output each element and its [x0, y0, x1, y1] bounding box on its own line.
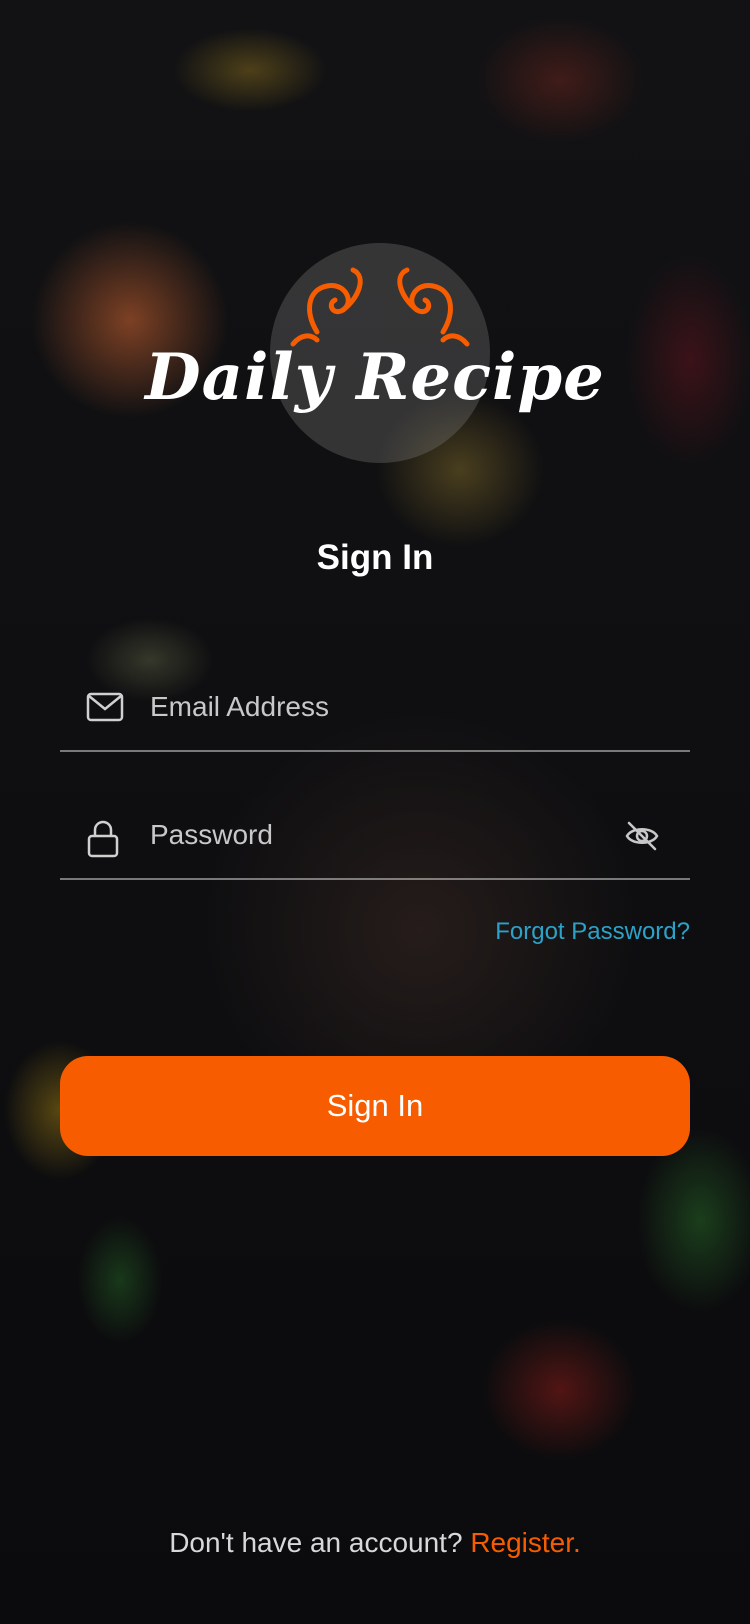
swirl-ornament-icon	[290, 267, 470, 347]
register-prompt-text: Don't have an account?	[169, 1527, 463, 1558]
lock-icon	[87, 820, 119, 858]
forgot-password-link[interactable]: Forgot Password?	[495, 918, 690, 946]
brand-title: Daily Recipe	[145, 340, 605, 415]
register-prompt: Don't have an account? Register.	[0, 1527, 750, 1559]
page-title: Sign In	[316, 538, 434, 577]
register-link[interactable]: Register.	[470, 1527, 581, 1558]
email-field	[60, 670, 690, 752]
password-input[interactable]	[148, 812, 602, 858]
mail-icon	[86, 692, 124, 722]
email-input[interactable]	[148, 684, 602, 730]
sign-in-button[interactable]: Sign In	[60, 1056, 690, 1156]
eye-off-icon[interactable]	[624, 820, 660, 852]
password-field	[60, 798, 690, 880]
